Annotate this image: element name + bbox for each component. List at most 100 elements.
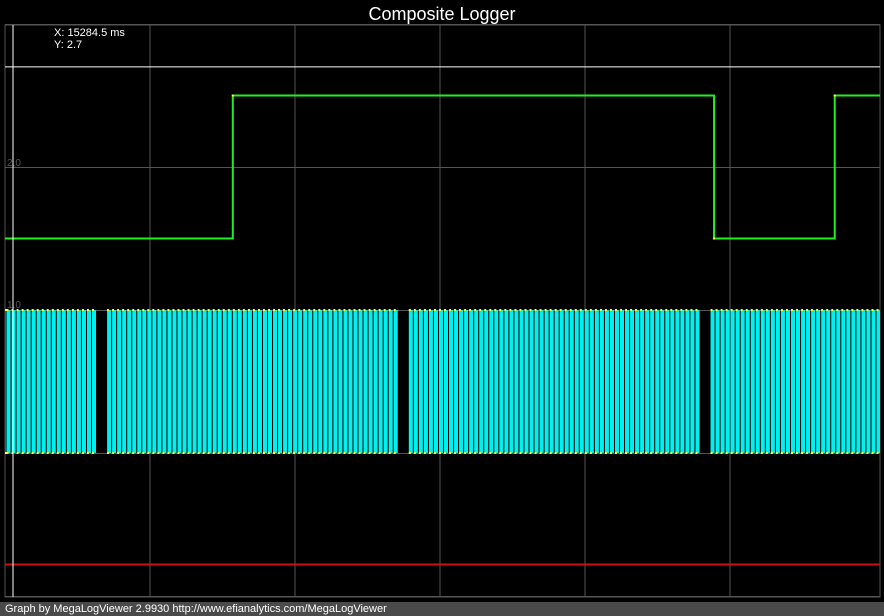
edge-marker [147,309,150,311]
edge-marker [620,309,623,311]
crank-tooth [549,310,554,453]
edge-marker [529,309,532,311]
edge-marker [16,452,19,454]
edge-marker [710,309,713,311]
crank-tooth [534,310,539,453]
edge-marker [268,309,271,311]
edge-marker [871,309,874,311]
crank-tooth [192,310,197,453]
edge-marker [806,452,809,454]
edge-marker [262,309,265,311]
edge-marker [308,452,311,454]
crank-tooth [343,310,348,453]
edge-marker [46,452,49,454]
crank-tooth [283,310,288,453]
crank-tooth [589,310,594,453]
crank-tooth [449,310,454,453]
edge-marker [232,452,235,454]
crank-tooth [499,310,504,453]
edge-marker [86,452,89,454]
edge-marker [137,309,140,311]
crank-tooth [247,310,252,453]
edge-marker [499,309,502,311]
edge-marker [91,452,94,454]
composite-logger-chart[interactable]: Composite Logger 2.0 1.0 X: 15284.5 ms Y… [0,0,884,602]
crank-tooth [11,310,16,453]
edge-marker [273,452,276,454]
edge-marker [604,452,607,454]
crank-tooth [76,310,81,453]
crank-tooth [801,310,806,453]
edge-marker [363,309,366,311]
crank-tooth [51,310,56,453]
edge-marker [278,452,281,454]
crank-tooth [851,310,856,453]
crank-tooth [122,310,127,453]
crank-tooth [298,310,303,453]
edge-marker [861,452,864,454]
edge-marker [323,452,326,454]
crank-tooth [710,310,715,453]
crank-tooth [479,310,484,453]
edge-marker [353,309,356,311]
edge-marker [137,452,140,454]
crank-tooth [56,310,61,453]
edge-marker [479,309,482,311]
edge-marker [348,309,351,311]
edge-marker [61,309,64,311]
edge-marker [750,452,753,454]
crank-tooth [675,310,680,453]
edge-marker [534,452,537,454]
edge-marker [640,309,643,311]
edge-marker [423,452,426,454]
edge-marker [212,452,215,454]
edge-marker [449,309,452,311]
edge-marker [846,309,849,311]
edge-marker [418,452,421,454]
crank-tooth [373,310,378,453]
edge-marker [66,452,69,454]
crank-tooth [474,310,479,453]
edge-marker [650,309,653,311]
crank-tooth [268,310,273,453]
crank-tooth [720,310,725,453]
edge-marker [122,452,125,454]
edge-marker [6,309,9,311]
crank-tooth [650,310,655,453]
edge-marker [775,309,778,311]
edge-marker [293,309,296,311]
edge-marker [162,309,165,311]
edge-marker [826,309,829,311]
edge-marker [484,309,487,311]
edge-marker [413,452,416,454]
edge-marker [720,452,723,454]
edge-marker [132,309,135,311]
edge-marker [252,309,255,311]
crank-tooth [735,310,740,453]
edge-marker [876,452,879,454]
crank-tooth [91,310,97,453]
edge-marker [348,452,351,454]
crank-tooth [41,310,46,453]
edge-marker [725,452,728,454]
crank-tooth [599,310,604,453]
edge-marker [71,452,74,454]
edge-marker [725,309,728,311]
edge-marker [197,309,200,311]
edge-marker [207,452,210,454]
edge-marker [745,309,748,311]
edge-marker [730,309,733,311]
edge-marker [614,309,617,311]
edge-marker [318,452,321,454]
edge-marker [252,452,255,454]
crank-tooth [750,310,755,453]
crank-tooth [278,310,283,453]
edge-marker [16,309,19,311]
edge-marker [122,309,125,311]
edge-marker [444,309,447,311]
edge-marker [288,309,291,311]
edge-marker [469,452,472,454]
edge-marker [484,452,487,454]
edge-marker [539,309,542,311]
crank-tooth [142,310,147,453]
